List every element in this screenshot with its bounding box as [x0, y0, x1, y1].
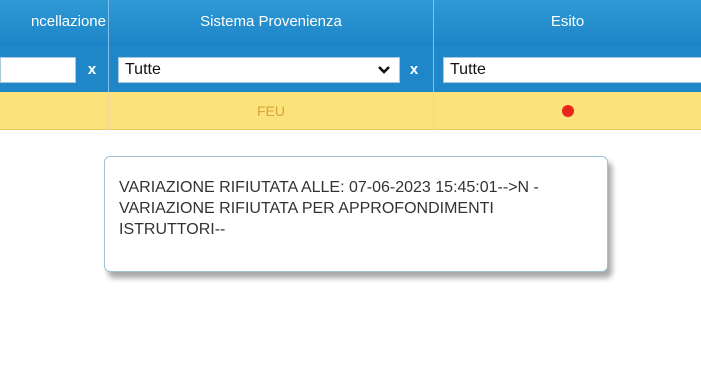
cell-esito[interactable] [434, 92, 701, 130]
filter-cell-cancellazione: x [0, 46, 109, 92]
filter-input-esito[interactable]: Tutte [443, 57, 701, 83]
chevron-down-icon [378, 66, 390, 74]
filter-cell-sistema-provenienza: Tutte x [109, 46, 434, 92]
table-row[interactable]: FEU [0, 92, 701, 130]
column-header-sistema-provenienza[interactable]: Sistema Provenienza [109, 0, 434, 46]
column-header-esito[interactable]: Esito [434, 0, 701, 46]
tooltip-text: VARIAZIONE RIFIUTATA ALLE: 07-06-2023 15… [119, 179, 539, 238]
filter-select-sistema-provenienza[interactable]: Tutte [118, 57, 400, 83]
filter-cell-esito: Tutte [434, 46, 701, 92]
clear-filter-cancellazione-button[interactable]: x [80, 56, 104, 84]
grid-filter-row: x Tutte x Tutte [0, 46, 701, 92]
filter-select-value: Tutte [125, 61, 161, 78]
column-header-cancellazione[interactable]: ncellazione [0, 0, 109, 46]
cell-sistema-provenienza: FEU [109, 92, 434, 130]
cell-cancellazione [0, 92, 109, 130]
grid-header-row: ncellazione Sistema Provenienza Esito [0, 0, 701, 46]
clear-filter-sistema-provenienza-button[interactable]: x [402, 56, 426, 84]
filter-input-cancellazione[interactable] [0, 57, 76, 83]
status-indicator-icon[interactable] [561, 104, 574, 117]
esito-tooltip: VARIAZIONE RIFIUTATA ALLE: 07-06-2023 15… [104, 156, 608, 272]
